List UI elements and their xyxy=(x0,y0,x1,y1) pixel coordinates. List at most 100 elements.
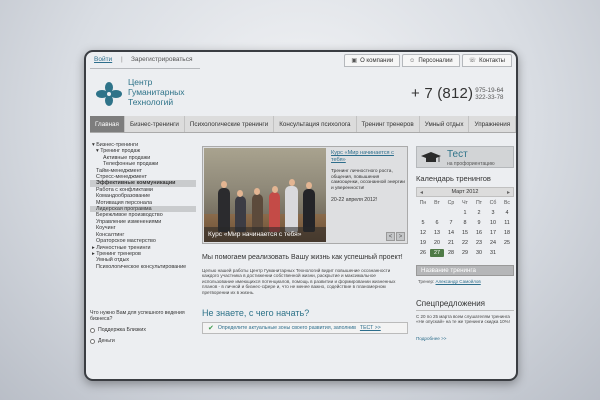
slide-title-link[interactable]: Курс «Мир начинается с тебя» xyxy=(331,150,405,163)
calendar-day[interactable]: 7 xyxy=(444,219,458,227)
calendar-header: ◂ Март 2012 ▸ xyxy=(416,187,514,197)
cta-link[interactable]: ТЕСТ >> xyxy=(360,325,381,331)
person-head xyxy=(237,190,243,197)
calendar-next-icon[interactable]: ▸ xyxy=(507,189,510,196)
next-arrow-icon[interactable]: > xyxy=(396,232,405,241)
page-headline: Мы помогаем реализовать Вашу жизнь как у… xyxy=(202,254,403,261)
test-subtitle: на профориентацию xyxy=(447,161,495,167)
calendar-dow: Ср xyxy=(447,200,455,206)
calendar-day[interactable]: 2 xyxy=(472,209,486,217)
special-offer-text: С 20 по 25 марта всем слушателям тренинг… xyxy=(416,314,510,325)
calendar-day[interactable]: 26 xyxy=(416,249,430,257)
calendar-dow: Вт xyxy=(434,200,440,206)
promo-slider: Курс «Мир начинается с тебя» Курс «Мир н… xyxy=(202,146,408,244)
calendar-dow: Вс xyxy=(503,200,511,206)
more-link[interactable]: Подробнее >> xyxy=(416,336,446,341)
calendar-day[interactable]: 25 xyxy=(500,239,514,247)
calendar-day[interactable]: 11 xyxy=(500,219,514,227)
promo-photo[interactable]: Курс «Мир начинается с тебя» xyxy=(204,148,326,242)
left-menu: ▾ Бизнес-тренинги ▾ Тренинг продаж Активны… xyxy=(90,142,196,270)
poll-option[interactable]: Деньги xyxy=(90,338,194,344)
nav-personalities[interactable]: ☺ Персоналии xyxy=(402,54,460,67)
poll-question: Что нужно Вам для успешного ведения бизн… xyxy=(90,310,185,322)
phone-number-2: 322-33-78 xyxy=(475,94,504,101)
slide-arrows: < > xyxy=(386,232,405,241)
calendar-blank xyxy=(416,209,430,217)
photo-caption: Курс «Мир начинается с тебя» xyxy=(204,227,326,242)
radio-icon[interactable] xyxy=(90,338,95,344)
calendar-day[interactable]: 24 xyxy=(486,239,500,247)
poll-option[interactable]: Поддержка Близких xyxy=(90,327,194,333)
trainer-name-link[interactable]: Александр Самойлов xyxy=(436,279,481,284)
calendar-day[interactable]: 9 xyxy=(472,219,486,227)
top-nav: ▣ О компании ☺ Персоналии ☏ Контакты xyxy=(344,54,512,67)
calendar-day[interactable]: 22 xyxy=(458,239,472,247)
calendar-day[interactable]: 1 xyxy=(458,209,472,217)
phone-number-1: 975-19-64 xyxy=(475,87,504,94)
logo-text[interactable]: Центр Гуманитарных Технологий xyxy=(128,77,185,107)
calendar-day[interactable]: 13 xyxy=(430,229,444,237)
calendar-day[interactable]: 31 xyxy=(486,249,500,257)
calendar-day[interactable]: 14 xyxy=(444,229,458,237)
calendar-blank xyxy=(430,209,444,217)
browser-frame: Войти | Зарегистрироваться ▣ О компании … xyxy=(84,50,518,381)
trainer-line: Тренер: Александр Самойлов xyxy=(418,279,481,284)
calendar-day[interactable]: 15 xyxy=(458,229,472,237)
calendar-dow: Сб xyxy=(489,200,497,206)
mainnav-trainers[interactable]: Тренинг тренеров xyxy=(357,116,420,132)
test-cta[interactable]: ✔ Определите актуальные зоны своего разв… xyxy=(202,322,408,334)
mainnav-home[interactable]: Главная xyxy=(90,116,125,132)
person-figure xyxy=(218,188,230,232)
calendar-day[interactable]: 3 xyxy=(486,209,500,217)
calendar-day[interactable]: 18 xyxy=(500,229,514,237)
calendar-day[interactable]: 27 xyxy=(430,249,444,257)
login-link[interactable]: Войти xyxy=(94,56,112,63)
trainer-label: Тренер: xyxy=(418,279,435,284)
calendar-day[interactable]: 17 xyxy=(486,229,500,237)
test-box[interactable]: Тест на профориентацию xyxy=(416,146,514,168)
slide-description: Тренинг личностного роста, общения, повы… xyxy=(331,169,405,191)
graduation-cap-icon xyxy=(421,152,441,162)
poll: Что нужно Вам для успешного ведения бизн… xyxy=(90,310,194,344)
special-offers-title: Спецпредложения xyxy=(416,299,485,308)
nav-about-label: О компании xyxy=(360,57,394,64)
prev-arrow-icon[interactable]: < xyxy=(386,232,395,241)
calendar-day[interactable]: 23 xyxy=(472,239,486,247)
calendar-day[interactable]: 16 xyxy=(472,229,486,237)
radio-icon[interactable] xyxy=(90,327,95,333)
calendar-day[interactable]: 8 xyxy=(458,219,472,227)
nav-about[interactable]: ▣ О компании xyxy=(344,54,401,67)
calendar-day[interactable]: 19 xyxy=(416,239,430,247)
calendar-grid: Пн Вт Ср Чт Пт Сб Вс 1 2 3 4 5 6 7 8 9 10 11 12 13 14 15 16 17 1… xyxy=(416,199,514,257)
nav-personalities-label: Персоналии xyxy=(418,57,453,64)
training-name-field[interactable]: Название тренинга xyxy=(416,265,514,276)
person-head xyxy=(254,188,260,195)
nav-contacts[interactable]: ☏ Контакты xyxy=(461,54,512,67)
mainnav-psychology[interactable]: Психологические тренинги xyxy=(185,116,275,132)
mainnav-exercises[interactable]: Упражнения xyxy=(469,116,516,132)
person-figure xyxy=(303,189,315,232)
calendar-day[interactable]: 28 xyxy=(444,249,458,257)
briefcase-icon: ▣ xyxy=(351,58,358,64)
mainnav-smart-rest[interactable]: Умный отдых xyxy=(420,116,470,132)
calendar-dow: Пт xyxy=(475,200,483,206)
calendar-day[interactable]: 5 xyxy=(416,219,430,227)
calendar-day[interactable]: 4 xyxy=(500,209,514,217)
calendar-day[interactable]: 6 xyxy=(430,219,444,227)
calendar-prev-icon[interactable]: ◂ xyxy=(420,189,423,196)
calendar-day[interactable]: 10 xyxy=(486,219,500,227)
left-menu-item[interactable]: Психологическое консультирование xyxy=(90,264,196,270)
register-link[interactable]: Зарегистрироваться xyxy=(131,56,192,63)
calendar-day[interactable]: 12 xyxy=(416,229,430,237)
mainnav-business[interactable]: Бизнес-тренинги xyxy=(125,116,185,132)
contacts-icon: ☏ xyxy=(468,58,477,64)
main-nav: Главная Бизнес-тренинги Психологические … xyxy=(90,116,516,133)
mainnav-consultation[interactable]: Консультация психолога xyxy=(274,116,357,132)
calendar-day[interactable]: 21 xyxy=(444,239,458,247)
calendar-day[interactable]: 20 xyxy=(430,239,444,247)
calendar-day[interactable]: 30 xyxy=(472,249,486,257)
intro-text: Целью нашей работы Центр Гуманитарных Те… xyxy=(202,268,396,295)
logo-line-3: Технологий xyxy=(128,97,174,107)
logo-icon[interactable] xyxy=(94,82,124,106)
calendar-day[interactable]: 29 xyxy=(458,249,472,257)
